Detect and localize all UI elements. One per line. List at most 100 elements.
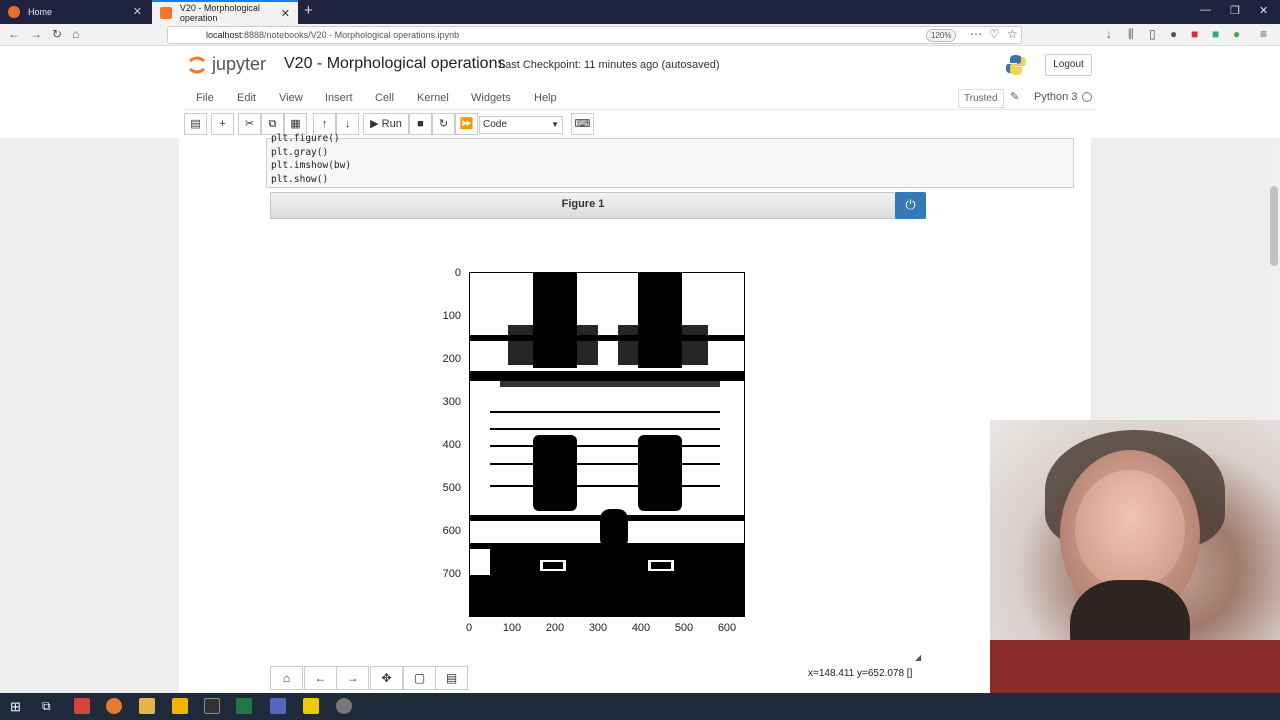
account-icon[interactable]: ● xyxy=(1170,27,1177,41)
code-cell[interactable]: plt.figure() plt.gray() plt.imshow(bw) p… xyxy=(266,133,1074,188)
jupyter-icon xyxy=(160,7,172,19)
windows-start-icon[interactable]: ⊞ xyxy=(10,699,21,715)
extension-icon[interactable]: ■ xyxy=(1191,27,1198,41)
code-line: plt.gray() xyxy=(271,146,329,158)
checkpoint-status: Last Checkpoint: 11 minutes ago (autosav… xyxy=(499,59,720,71)
close-icon[interactable]: ✕ xyxy=(281,7,290,20)
webcam-presenter xyxy=(990,640,1280,693)
chevron-down-icon: ▼ xyxy=(551,120,559,129)
resize-handle-icon[interactable]: ◢ xyxy=(915,653,921,662)
x-tick-label: 500 xyxy=(674,622,694,634)
plot-image[interactable] xyxy=(469,272,745,617)
cut-icon[interactable]: ✂ xyxy=(238,113,261,135)
forward-icon[interactable]: → xyxy=(336,666,369,690)
pencil-icon[interactable]: ✎ xyxy=(1010,90,1019,103)
menu-help[interactable]: Help xyxy=(534,92,557,104)
excel-icon[interactable] xyxy=(236,698,252,714)
reload-icon[interactable]: ↻ xyxy=(52,27,62,41)
x-tick-label: 600 xyxy=(717,622,737,634)
zoom-level[interactable]: 120% xyxy=(926,29,957,42)
binary-image xyxy=(470,273,744,616)
terminal-icon[interactable] xyxy=(204,698,220,714)
app-icon[interactable] xyxy=(74,698,90,714)
firefox-icon[interactable] xyxy=(106,698,122,714)
save-icon[interactable]: ▤ xyxy=(184,113,207,135)
menu-kernel[interactable]: Kernel xyxy=(417,92,449,104)
run-icon: ▶︎ xyxy=(370,118,379,130)
pocket-icon[interactable]: ♡ xyxy=(989,27,1000,41)
notebook-title[interactable]: V20 - Morphological operations xyxy=(284,55,505,73)
url-bar[interactable]: localhost:8888/notebooks/V20 - Morpholog… xyxy=(167,26,1022,44)
y-tick-label: 600 xyxy=(442,525,461,537)
add-cell-icon[interactable]: + xyxy=(211,113,234,135)
minimize-icon[interactable]: — xyxy=(1200,4,1211,16)
kernel-name[interactable]: Python 3 xyxy=(1034,91,1077,103)
kernel-status-icon xyxy=(1082,92,1092,102)
back-icon[interactable]: ← xyxy=(8,27,20,41)
y-tick-label: 0 xyxy=(454,267,461,279)
browser-nav-bar: ← → ↻ ⌂ localhost:8888/notebooks/V20 - M… xyxy=(0,24,1280,46)
y-tick-label: 500 xyxy=(442,482,461,494)
url-path: :8888/notebooks/V20 - Morphological oper… xyxy=(241,30,460,40)
sidebar-icon[interactable]: ▯ xyxy=(1149,27,1156,41)
power-icon[interactable]: ⏻ xyxy=(895,192,926,219)
tab-home[interactable]: Home ✕ xyxy=(0,0,150,24)
cursor-coordinates: x=148.411 y=652.078 [] xyxy=(808,668,913,679)
window-close-icon[interactable]: ✕ xyxy=(1259,4,1268,17)
menu-file[interactable]: File xyxy=(196,92,214,104)
zoom-rect-icon[interactable]: ▢ xyxy=(403,666,436,690)
python-logo-icon xyxy=(1006,55,1026,75)
home-icon[interactable]: ⌂ xyxy=(270,666,303,690)
library-icon[interactable]: ⫼ xyxy=(1128,27,1134,42)
extension-icon[interactable]: ■ xyxy=(1212,27,1219,41)
webcam-presenter xyxy=(1075,470,1185,590)
menu-edit[interactable]: Edit xyxy=(237,92,256,104)
download-icon[interactable]: ↓ xyxy=(1106,27,1112,41)
app-icon[interactable] xyxy=(172,698,188,714)
figure-title: Figure 1 xyxy=(561,198,605,210)
jupyter-logo-icon xyxy=(189,56,205,74)
y-tick-label: 200 xyxy=(442,353,461,365)
folder-icon[interactable] xyxy=(139,698,155,714)
app-icon[interactable] xyxy=(303,698,319,714)
url-host: localhost xyxy=(206,30,242,40)
x-tick-label: 300 xyxy=(588,622,608,634)
jupyter-logo-text[interactable]: jupyter xyxy=(212,54,266,75)
firefox-icon xyxy=(8,6,20,18)
menu-view[interactable]: View xyxy=(279,92,303,104)
app-icon[interactable] xyxy=(336,698,352,714)
figure-header: Figure 1 xyxy=(270,192,896,219)
trusted-badge[interactable]: Trusted xyxy=(958,89,1004,108)
browser-tab-strip: Home ✕ V20 - Morphological operation ✕ +… xyxy=(0,0,1280,24)
scrollbar-thumb[interactable] xyxy=(1270,186,1278,266)
menu-widgets[interactable]: Widgets xyxy=(471,92,511,104)
x-tick-label: 100 xyxy=(502,622,522,634)
pan-icon[interactable]: ✥ xyxy=(370,666,403,690)
code-line: plt.imshow(bw) xyxy=(271,160,352,171)
save-figure-icon[interactable]: ▤ xyxy=(435,666,468,690)
menu-icon[interactable]: ≡ xyxy=(1260,27,1267,41)
new-tab-icon[interactable]: + xyxy=(304,2,313,19)
more-icon[interactable]: ⋯ xyxy=(970,27,982,41)
teams-icon[interactable] xyxy=(270,698,286,714)
code-line: plt.figure() xyxy=(271,133,340,144)
tab-notebook[interactable]: V20 - Morphological operation ✕ xyxy=(152,0,298,24)
code-line: plt.show() xyxy=(271,173,329,185)
windows-taskbar: ⊞ ⧉ xyxy=(0,693,1280,720)
bookmark-star-icon[interactable]: ☆ xyxy=(1007,27,1018,41)
menu-insert[interactable]: Insert xyxy=(325,92,353,104)
home-icon[interactable]: ⌂ xyxy=(72,27,79,41)
task-view-icon[interactable]: ⧉ xyxy=(42,699,51,714)
close-icon[interactable]: ✕ xyxy=(133,5,142,18)
x-tick-label: 0 xyxy=(465,622,473,634)
restore-icon[interactable]: ❐ xyxy=(1230,4,1240,17)
logout-button[interactable]: Logout xyxy=(1045,54,1092,76)
cell-type-value: Code xyxy=(483,119,507,130)
x-tick-label: 400 xyxy=(631,622,651,634)
y-tick-label: 300 xyxy=(442,396,461,408)
y-tick-label: 400 xyxy=(442,439,461,451)
forward-icon[interactable]: → xyxy=(30,27,42,41)
extension-icon[interactable]: ● xyxy=(1233,27,1240,41)
back-icon[interactable]: ← xyxy=(304,666,337,690)
menu-cell[interactable]: Cell xyxy=(375,92,394,104)
